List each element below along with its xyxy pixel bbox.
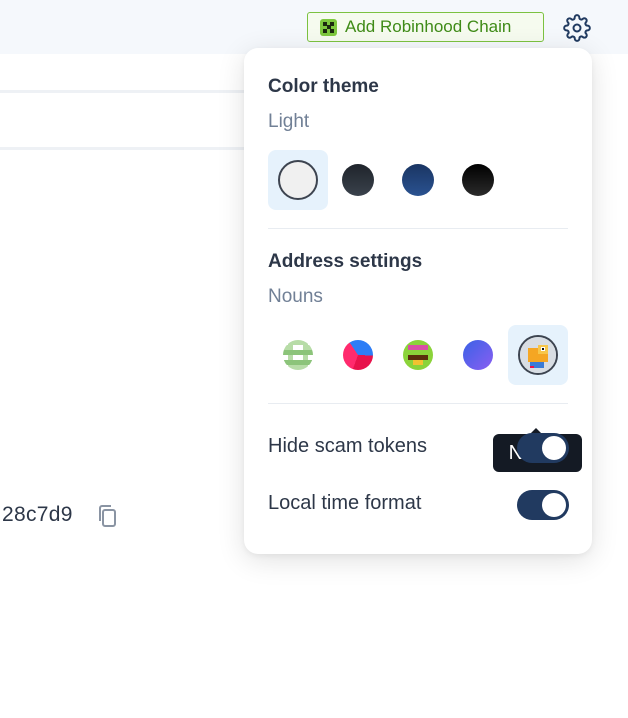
settings-panel: Color theme Light Address settings Nouns xyxy=(244,48,592,554)
section-divider xyxy=(268,403,568,404)
local-time-format-toggle[interactable] xyxy=(517,490,569,520)
hide-scam-tokens-toggle[interactable] xyxy=(517,433,569,463)
identicon-avatar-icon xyxy=(283,340,313,370)
address-option-gradient[interactable] xyxy=(328,325,388,385)
toggle-knob xyxy=(542,436,566,460)
theme-option-dark[interactable] xyxy=(448,150,508,210)
top-bar: Add Robinhood Chain xyxy=(0,0,628,54)
background-divider xyxy=(0,90,252,93)
theme-swatch xyxy=(462,164,494,196)
address-option-pixel-face[interactable] xyxy=(388,325,448,385)
address-option-blockie[interactable] xyxy=(448,325,508,385)
theme-option-midnight[interactable] xyxy=(388,150,448,210)
nouns-avatar-icon xyxy=(518,335,558,375)
theme-swatch xyxy=(402,164,434,196)
toggle-knob xyxy=(542,493,566,517)
address-option-nouns[interactable] xyxy=(508,325,568,385)
gear-icon[interactable] xyxy=(561,12,593,44)
section-divider xyxy=(268,228,568,229)
background-divider xyxy=(0,147,252,150)
theme-option-light[interactable] xyxy=(268,150,328,210)
address-settings-selected-label: Nouns xyxy=(268,286,323,307)
address-settings-title: Address settings xyxy=(268,251,423,272)
color-theme-selected-label: Light xyxy=(268,111,310,132)
color-theme-title: Color theme xyxy=(268,76,379,97)
hash-fragment: 28c7d9 xyxy=(2,503,73,526)
theme-swatch xyxy=(342,164,374,196)
pixel-face-avatar-icon xyxy=(403,340,433,370)
add-robinhood-chain-button[interactable]: Add Robinhood Chain xyxy=(307,12,544,42)
address-option-identicon[interactable] xyxy=(268,325,328,385)
robinhood-chain-icon xyxy=(320,18,337,36)
copy-icon[interactable] xyxy=(96,504,118,528)
local-time-format-label: Local time format xyxy=(268,492,422,514)
blockie-avatar-icon xyxy=(463,340,493,370)
hide-scam-tokens-label: Hide scam tokens xyxy=(268,435,427,457)
theme-option-dim[interactable] xyxy=(328,150,388,210)
add-chain-label: Add Robinhood Chain xyxy=(345,17,512,36)
gradient-avatar-icon xyxy=(343,340,373,370)
theme-swatch xyxy=(278,160,318,200)
